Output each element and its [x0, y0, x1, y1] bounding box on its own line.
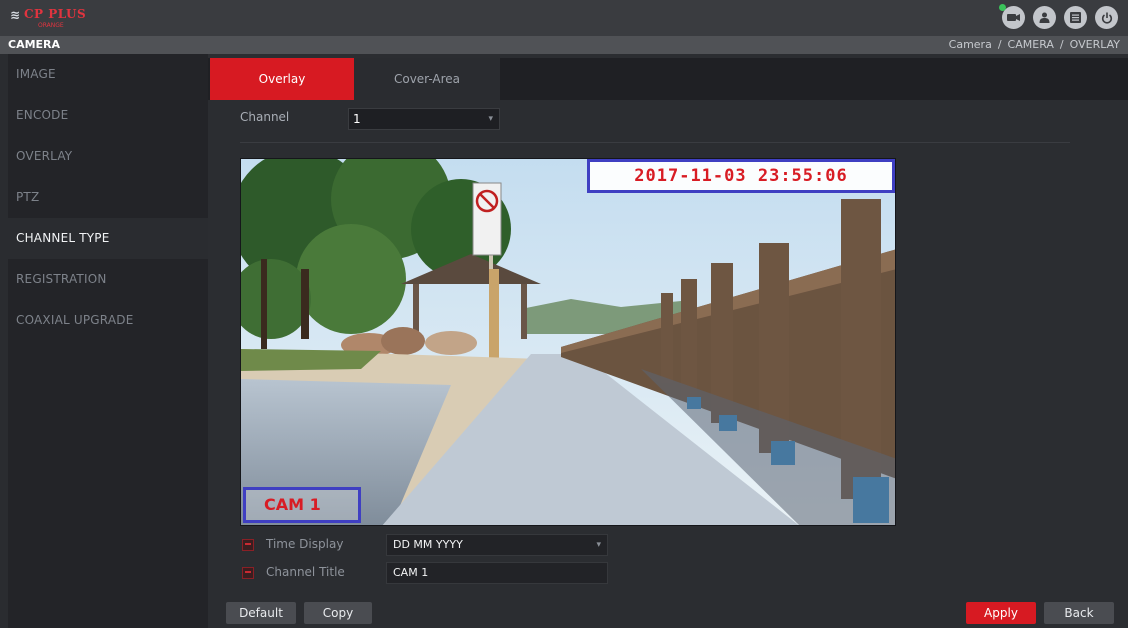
- time-display-checkbox[interactable]: [242, 539, 254, 551]
- chevron-down-icon: ▾: [596, 540, 601, 550]
- camera-scene: [241, 159, 895, 525]
- channel-value: 1: [353, 112, 361, 126]
- breadcrumb-separator: /: [997, 38, 1002, 51]
- video-preview: 2017-11-03 23:55:06 CAM 1: [240, 158, 896, 526]
- logo-sub: ORANGE: [38, 22, 64, 29]
- sidebar-item-overlay[interactable]: OVERLAY: [8, 136, 208, 177]
- logo-mark: ≋: [10, 8, 21, 22]
- breadcrumb: Camera / CAMERA / OVERLAY: [949, 38, 1120, 51]
- channel-title-checkbox[interactable]: [242, 567, 254, 579]
- copy-button[interactable]: Copy: [304, 602, 372, 624]
- time-display-label: Time Display: [266, 537, 344, 551]
- channel-title-label: Channel Title: [266, 565, 345, 579]
- sidebar: IMAGE ENCODE OVERLAY PTZ CHANNEL TYPE RE…: [8, 54, 208, 628]
- tab-bar: Overlay Cover-Area: [208, 58, 1128, 100]
- sidebar-item-channel-type[interactable]: CHANNEL TYPE: [8, 218, 208, 259]
- logo-brand: CP PLUS: [24, 7, 87, 21]
- menu-icon[interactable]: [1064, 6, 1087, 29]
- main-panel: Overlay Cover-Area Channel 1 ▾ 2017-11-0…: [208, 54, 1128, 628]
- top-icons: [999, 4, 1118, 29]
- divider: [240, 142, 1070, 143]
- back-button[interactable]: Back: [1044, 602, 1114, 624]
- time-display-format-select[interactable]: DD MM YYYY ▾: [386, 534, 608, 556]
- timestamp-overlay[interactable]: 2017-11-03 23:55:06: [587, 159, 895, 193]
- breadcrumb-separator: /: [1059, 38, 1064, 51]
- chevron-down-icon: ▾: [488, 114, 493, 124]
- breadcrumb-item: OVERLAY: [1069, 38, 1120, 51]
- camera-title-overlay[interactable]: CAM 1: [243, 487, 361, 523]
- sidebar-item-ptz[interactable]: PTZ: [8, 177, 208, 218]
- power-icon[interactable]: [1095, 6, 1118, 29]
- camera-icon[interactable]: [999, 4, 1025, 29]
- sidebar-item-registration[interactable]: REGISTRATION: [8, 259, 208, 300]
- brand-logo: ≋ CP PLUS ORANGE: [10, 6, 94, 32]
- tab-overlay[interactable]: Overlay: [210, 58, 354, 100]
- sidebar-item-encode[interactable]: ENCODE: [8, 95, 208, 136]
- default-button[interactable]: Default: [226, 602, 296, 624]
- channel-select[interactable]: 1 ▾: [348, 108, 500, 130]
- time-display-row: Time Display DD MM YYYY ▾: [240, 534, 620, 556]
- top-bar: ≋ CP PLUS ORANGE: [0, 0, 1128, 36]
- channel-label: Channel: [240, 110, 290, 124]
- channel-title-input[interactable]: CAM 1: [386, 562, 608, 584]
- user-icon[interactable]: [1033, 6, 1056, 29]
- breadcrumb-item[interactable]: Camera: [949, 38, 992, 51]
- sidebar-item-coaxial-upgrade[interactable]: COAXIAL UPGRADE: [8, 300, 208, 341]
- page-title: CAMERA: [8, 38, 61, 51]
- breadcrumb-item[interactable]: CAMERA: [1008, 38, 1054, 51]
- time-display-value: DD MM YYYY: [393, 538, 463, 551]
- title-bar: CAMERA Camera / CAMERA / OVERLAY: [0, 36, 1128, 54]
- channel-title-row: Channel Title CAM 1: [240, 562, 620, 584]
- apply-button[interactable]: Apply: [966, 602, 1036, 624]
- sidebar-item-image[interactable]: IMAGE: [8, 54, 208, 95]
- tab-cover-area[interactable]: Cover-Area: [354, 58, 500, 100]
